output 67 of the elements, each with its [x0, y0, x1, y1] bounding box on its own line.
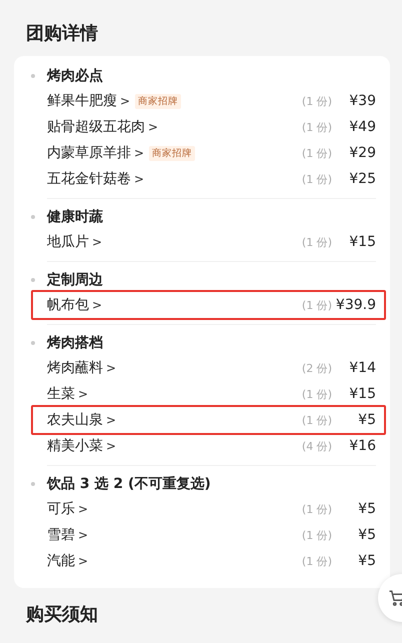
- item-quantity: (4 份): [302, 438, 332, 454]
- chevron[interactable]: >: [106, 439, 116, 453]
- bullet-dot: [31, 278, 35, 282]
- group-title: 定制周边: [47, 272, 103, 288]
- item-price: ¥15: [348, 234, 376, 250]
- chevron[interactable]: >: [106, 413, 116, 427]
- item-quantity: (2 份): [302, 360, 332, 376]
- bullet-dot: [31, 482, 35, 486]
- item-name[interactable]: 五花金针菇卷: [47, 170, 131, 188]
- item-quantity: (1 份): [302, 386, 332, 402]
- signature-tag: 商家招牌: [135, 94, 182, 108]
- item-name[interactable]: 可乐: [47, 500, 75, 518]
- chevron[interactable]: >: [78, 387, 88, 401]
- chevron[interactable]: >: [78, 554, 88, 568]
- item-price: ¥5: [357, 501, 376, 517]
- item-name[interactable]: 贴骨超级五花肉: [47, 118, 145, 136]
- bullet-dot: [31, 74, 35, 78]
- item-price: ¥29: [348, 145, 376, 161]
- section-title: 购买须知: [24, 603, 99, 627]
- item-price: ¥25: [348, 171, 376, 187]
- item-price: ¥49: [348, 119, 376, 135]
- item-quantity: (1 份): [302, 528, 332, 542]
- item-price: ¥39.9: [334, 297, 376, 313]
- chevron[interactable]: >: [78, 528, 88, 542]
- bullet-dot: [31, 341, 35, 345]
- chevron[interactable]: >: [92, 235, 102, 249]
- item-name[interactable]: 帆布包: [47, 296, 89, 314]
- item-quantity: (1 份): [302, 234, 332, 250]
- item-quantity: (1 份): [302, 94, 332, 108]
- chevron[interactable]: >: [106, 361, 116, 375]
- item-name[interactable]: 鲜果牛肥瘦: [47, 92, 117, 110]
- item-price: ¥15: [348, 386, 376, 402]
- chevron[interactable]: >: [120, 94, 130, 108]
- item-quantity: (1 份): [302, 120, 332, 134]
- item-quantity: (1 份): [302, 554, 332, 568]
- signature-tag: 商家招牌: [149, 146, 196, 160]
- section-title: 团购详情: [25, 22, 99, 46]
- item-name[interactable]: 雪碧: [47, 526, 75, 544]
- chevron[interactable]: >: [148, 120, 158, 134]
- item-price: ¥5: [357, 553, 376, 569]
- chevron[interactable]: >: [78, 502, 88, 516]
- item-quantity: (1 份): [302, 502, 332, 516]
- item-name[interactable]: 农夫山泉: [47, 411, 103, 429]
- item-quantity: (1 份): [302, 412, 332, 428]
- item-name[interactable]: 烤肉蘸料: [47, 359, 103, 377]
- chevron[interactable]: >: [134, 172, 144, 186]
- chevron[interactable]: >: [92, 298, 102, 312]
- bullet-dot: [31, 215, 35, 219]
- item-name[interactable]: 汽能: [47, 552, 75, 570]
- item-name[interactable]: 生菜: [47, 385, 75, 403]
- item-quantity: (1 份): [302, 172, 332, 186]
- item-quantity: (1 份): [302, 146, 332, 160]
- chevron[interactable]: >: [134, 146, 144, 160]
- item-name[interactable]: 内蒙草原羊排: [47, 144, 131, 162]
- item-price: ¥14: [348, 360, 376, 376]
- item-price: ¥16: [348, 438, 376, 454]
- item-name[interactable]: 精美小菜: [47, 437, 103, 455]
- item-price: ¥5: [357, 527, 376, 543]
- group-title: 健康时蔬: [47, 209, 103, 225]
- item-quantity: (1 份): [302, 298, 332, 312]
- item-name[interactable]: 地瓜片: [47, 233, 89, 251]
- group-title: 烤肉必点: [47, 68, 103, 84]
- cart-icon: [388, 589, 402, 607]
- group-title: 烤肉搭档: [47, 335, 103, 351]
- group-title: 饮品 3 选 2 (不可重复选): [47, 476, 211, 492]
- item-price: ¥39: [348, 93, 376, 109]
- item-price: ¥5: [357, 412, 376, 428]
